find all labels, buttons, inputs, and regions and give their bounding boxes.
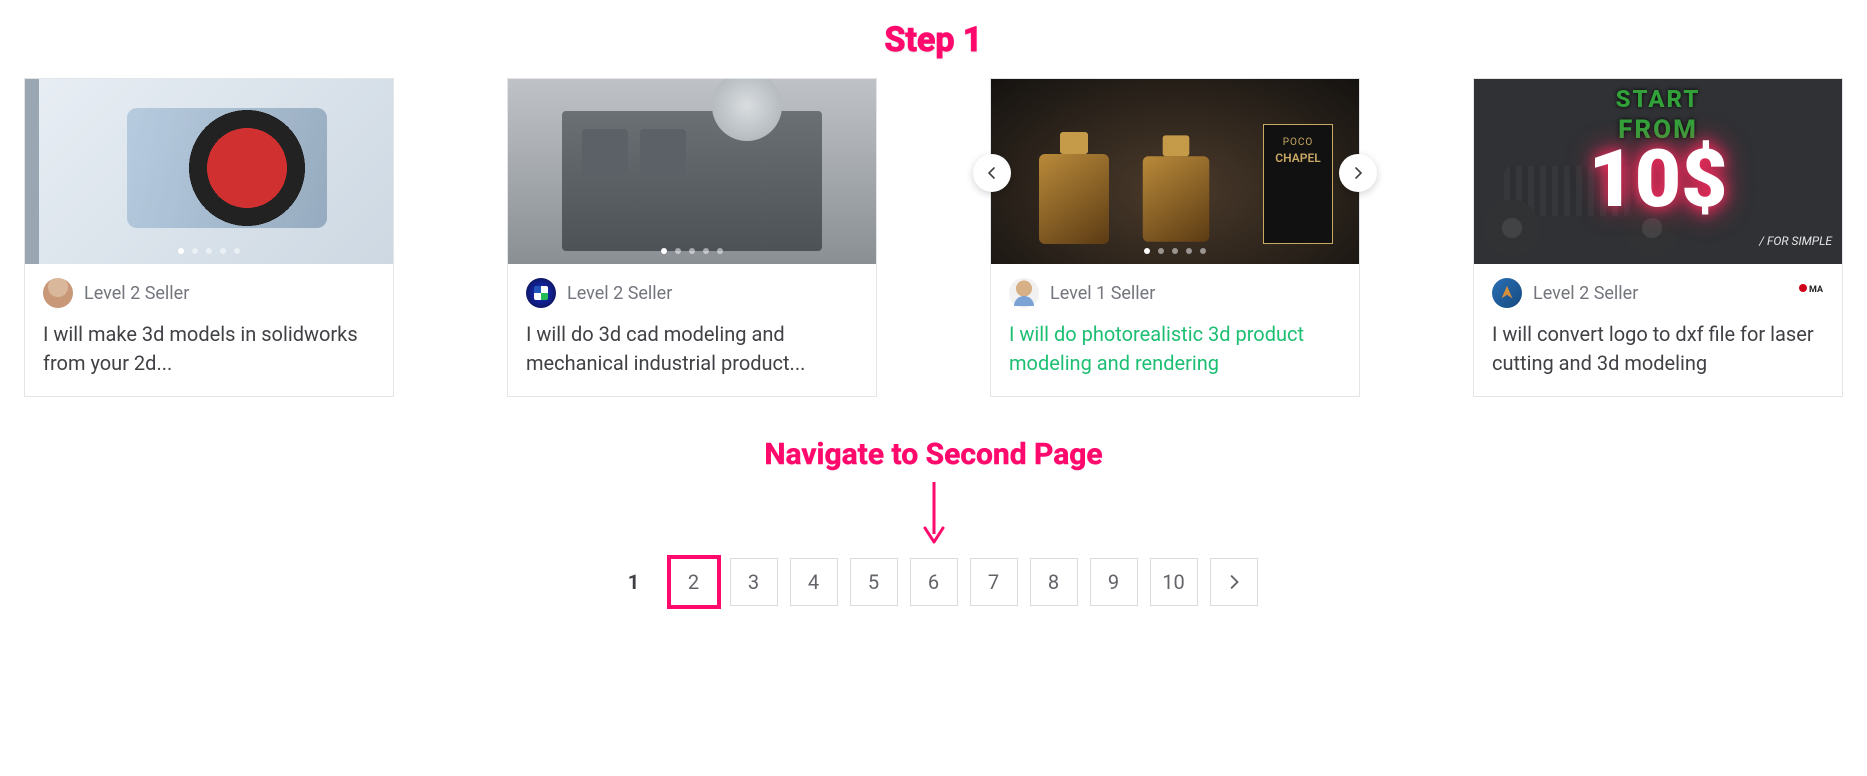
gig-card[interactable]: POCO CHAPEL Level 1 Seller I will do pho…	[990, 78, 1360, 397]
carousel-prev-button[interactable]	[973, 154, 1011, 192]
gig-thumbnail[interactable]: POCO CHAPEL	[991, 79, 1359, 264]
gig-title[interactable]: I will do photorealistic 3d product mode…	[1009, 320, 1341, 378]
gig-thumbnail[interactable]	[508, 79, 876, 264]
software-badge: MAX	[1796, 278, 1824, 298]
annotation-arrow	[0, 478, 1867, 548]
carousel-dots	[178, 248, 240, 254]
page-button-7[interactable]: 7	[970, 558, 1018, 606]
carousel-dots	[661, 248, 723, 254]
step-annotation: Step 1	[0, 20, 1867, 60]
arrow-down-icon	[919, 478, 949, 548]
page-button-10[interactable]: 10	[1150, 558, 1198, 606]
seller-level-label: Level 2 Seller	[567, 283, 672, 304]
seller-info[interactable]: Level 2 Seller	[526, 278, 858, 308]
gig-thumbnail[interactable]: START FROM 10$ / FOR SIMPLE	[1474, 79, 1842, 264]
page-button-1[interactable]: 1	[610, 558, 658, 606]
pagination: 12345678910	[0, 558, 1867, 636]
product-brand-line1: POCO	[1264, 137, 1332, 148]
gig-thumbnail[interactable]	[25, 79, 393, 264]
page-button-2[interactable]: 2	[670, 558, 718, 606]
gig-card[interactable]: Level 2 Seller I will make 3d models in …	[24, 78, 394, 397]
page-next-button[interactable]	[1210, 558, 1258, 606]
page-button-9[interactable]: 9	[1090, 558, 1138, 606]
promo-subtext: / FOR SIMPLE	[1759, 234, 1832, 248]
gig-card[interactable]: START FROM 10$ / FOR SIMPLE Level 2 Sell…	[1473, 78, 1843, 397]
seller-avatar[interactable]	[43, 278, 73, 308]
page-button-3[interactable]: 3	[730, 558, 778, 606]
seller-level-label: Level 2 Seller	[1533, 283, 1638, 304]
page-button-8[interactable]: 8	[1030, 558, 1078, 606]
product-brand-line2: CHAPEL	[1264, 151, 1332, 165]
gig-title[interactable]: I will convert logo to dxf file for lase…	[1492, 320, 1824, 378]
carousel-next-button[interactable]	[1339, 154, 1377, 192]
gig-cards-row: Level 2 Seller I will make 3d models in …	[0, 78, 1867, 397]
page-button-6[interactable]: 6	[910, 558, 958, 606]
page-button-4[interactable]: 4	[790, 558, 838, 606]
seller-level-label: Level 1 Seller	[1050, 283, 1155, 304]
seller-avatar[interactable]	[526, 278, 556, 308]
promo-line1: START	[1474, 85, 1842, 113]
seller-info[interactable]: Level 1 Seller	[1009, 278, 1341, 308]
gig-card[interactable]: Level 2 Seller I will do 3d cad modeling…	[507, 78, 877, 397]
carousel-dots	[1144, 248, 1206, 254]
nav-annotation: Navigate to Second Page	[0, 437, 1867, 472]
svg-text:MAX: MAX	[1809, 285, 1823, 295]
seller-avatar[interactable]	[1492, 278, 1522, 308]
seller-info[interactable]: Level 2 Seller	[43, 278, 375, 308]
gig-title[interactable]: I will do 3d cad modeling and mechanical…	[526, 320, 858, 378]
chevron-right-icon	[1352, 167, 1364, 179]
chevron-left-icon	[986, 167, 998, 179]
chevron-right-icon	[1227, 575, 1241, 589]
seller-avatar[interactable]	[1009, 278, 1039, 308]
gig-title[interactable]: I will make 3d models in solidworks from…	[43, 320, 375, 378]
promo-price: 10$	[1474, 139, 1842, 219]
page-button-5[interactable]: 5	[850, 558, 898, 606]
seller-info[interactable]: Level 2 Seller MAX	[1492, 278, 1824, 308]
seller-level-label: Level 2 Seller	[84, 283, 189, 304]
